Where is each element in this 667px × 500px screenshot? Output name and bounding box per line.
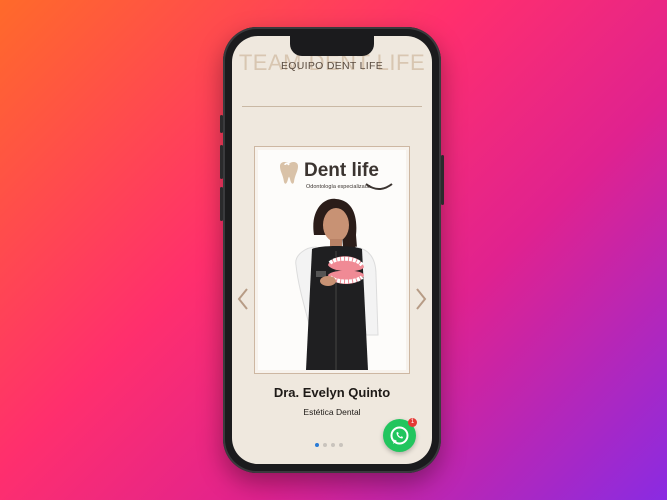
team-member-card[interactable]: Dent life Odontología especializada: [254, 146, 410, 374]
carousel-dot-2[interactable]: [323, 443, 327, 447]
mute-switch: [220, 115, 223, 133]
doctor-portrait: [295, 198, 379, 370]
phone-frame: TEAM DENT LIFE EQUIPO DENT LIFE Dent lif…: [220, 27, 444, 473]
tooth-icon: [280, 161, 298, 184]
volume-down-button: [220, 187, 223, 221]
volume-up-button: [220, 145, 223, 179]
logo-text: Dent life: [304, 160, 379, 181]
dent-life-logo: Dent life Odontología especializada: [276, 160, 396, 192]
carousel-next-button[interactable]: [414, 286, 428, 312]
team-member-photo: Dent life Odontología especializada: [258, 150, 406, 370]
smile-icon: [365, 183, 393, 190]
notch: [290, 36, 374, 56]
power-button: [441, 155, 444, 205]
carousel-dot-4[interactable]: [339, 443, 343, 447]
carousel-pagination: [315, 443, 343, 447]
carousel-prev-button[interactable]: [236, 286, 250, 312]
chevron-left-icon: [237, 288, 248, 310]
team-member-name: Dra. Evelyn Quinto: [273, 385, 391, 400]
carousel-dot-1[interactable]: [315, 443, 319, 447]
chevron-right-icon: [416, 288, 427, 310]
team-member-role: Estética Dental: [303, 407, 361, 417]
logo-tagline: Odontología especializada: [306, 184, 371, 190]
phone-screen: TEAM DENT LIFE EQUIPO DENT LIFE Dent lif…: [232, 36, 432, 464]
notification-badge: 1: [408, 418, 417, 427]
carousel-dot-3[interactable]: [331, 443, 335, 447]
section-title: EQUIPO DENT LIFE: [280, 60, 384, 72]
divider: [242, 106, 422, 107]
